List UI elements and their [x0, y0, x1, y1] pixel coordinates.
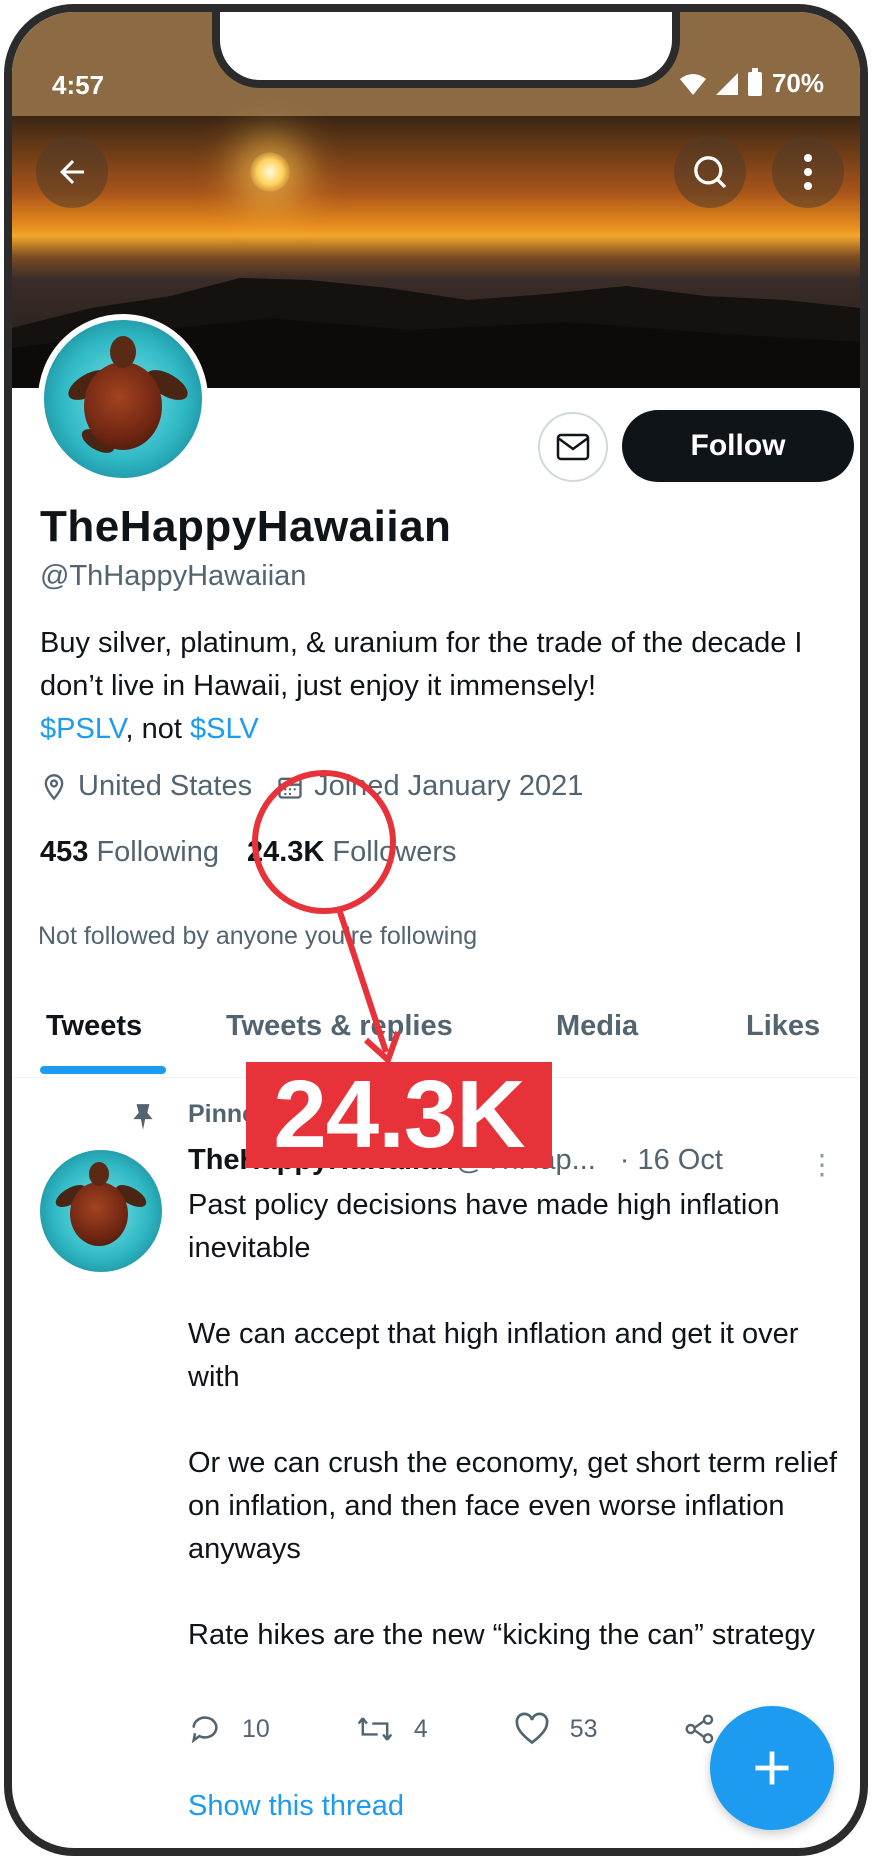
retweet-count: 4 — [413, 1714, 428, 1743]
bio-text-middle: , not — [125, 713, 190, 745]
search-button[interactable] — [674, 136, 746, 208]
turtle-head-icon — [89, 1162, 109, 1186]
not-followed-notice: Not followed by anyone you’re following — [38, 922, 478, 950]
show-thread-link[interactable]: Show this thread — [188, 1790, 404, 1823]
following-label: Following — [96, 836, 219, 868]
location-pin-icon — [44, 773, 64, 800]
turtle-shell-icon — [70, 1182, 128, 1246]
retweet-icon — [357, 1717, 393, 1741]
back-button[interactable] — [36, 136, 108, 208]
battery-percent: 70% — [771, 68, 824, 98]
reply-count: 10 — [242, 1714, 270, 1743]
tab-likes[interactable]: Likes — [746, 1010, 820, 1043]
compose-tweet-button[interactable] — [710, 1706, 834, 1830]
bio-cashtag-pslv[interactable]: $PSLV — [40, 713, 125, 745]
reply-icon — [191, 1716, 218, 1744]
pin-icon — [133, 1104, 153, 1130]
kebab-menu-icon — [804, 154, 812, 190]
retweet-button[interactable]: 4 — [356, 1712, 428, 1746]
active-tab-indicator — [40, 1066, 166, 1074]
camera-notch — [212, 12, 680, 88]
profile-location: United States — [78, 770, 253, 802]
annotation-circle — [252, 770, 396, 914]
status-time: 4:57 — [52, 70, 105, 100]
share-icon — [684, 1714, 713, 1744]
like-count: 53 — [569, 1714, 598, 1743]
status-icons: 70% — [679, 67, 824, 99]
like-button[interactable]: 53 — [514, 1712, 598, 1746]
plus-icon — [755, 1751, 789, 1785]
arrow-left-icon — [60, 160, 84, 184]
tweet-avatar[interactable] — [40, 1150, 162, 1272]
following-link[interactable]: 453 Following — [40, 836, 219, 869]
search-icon — [694, 156, 727, 189]
banner-sun — [250, 152, 290, 192]
profile-name: TheHappyHawaiian — [40, 502, 452, 551]
tweet-body: Past policy decisions have made high inf… — [188, 1189, 838, 1651]
reply-button[interactable]: 10 — [188, 1712, 270, 1746]
tweet-actions: 10 4 53 — [188, 1712, 802, 1746]
envelope-icon — [556, 433, 590, 461]
battery-icon — [747, 67, 762, 96]
heart-icon — [515, 1712, 549, 1745]
tweet-date[interactable]: · 16 Oct — [620, 1144, 723, 1177]
tab-tweets-replies[interactable]: Tweets & replies — [226, 1010, 453, 1043]
message-button[interactable] — [538, 412, 608, 482]
follow-button[interactable]: Follow — [622, 410, 854, 482]
profile-handle: @ThHappyHawaiian — [40, 560, 307, 592]
bio-text: Buy silver, platinum, & uranium for the … — [40, 627, 803, 702]
profile-avatar[interactable] — [38, 314, 208, 484]
turtle-head-icon — [110, 336, 136, 368]
turtle-shell-icon — [84, 362, 162, 450]
status-bar: 4:57 70% — [12, 12, 860, 116]
bio-cashtag-slv[interactable]: $SLV — [190, 713, 259, 745]
signal-icon — [715, 72, 738, 95]
tweet-more-icon[interactable]: ⋮ — [808, 1148, 836, 1181]
share-button[interactable] — [684, 1713, 716, 1745]
following-count: 453 — [40, 836, 89, 868]
more-options-button[interactable] — [772, 136, 844, 208]
wifi-icon — [679, 73, 706, 95]
tab-media[interactable]: Media — [556, 1010, 638, 1043]
phone-frame: 4:57 70% Follow TheHappyHawaiian @ThHapp… — [4, 4, 868, 1856]
annotation-label: 24.3K — [246, 1061, 552, 1168]
profile-bio: Buy silver, platinum, & uranium for the … — [40, 622, 860, 751]
tab-tweets[interactable]: Tweets — [46, 1010, 142, 1043]
